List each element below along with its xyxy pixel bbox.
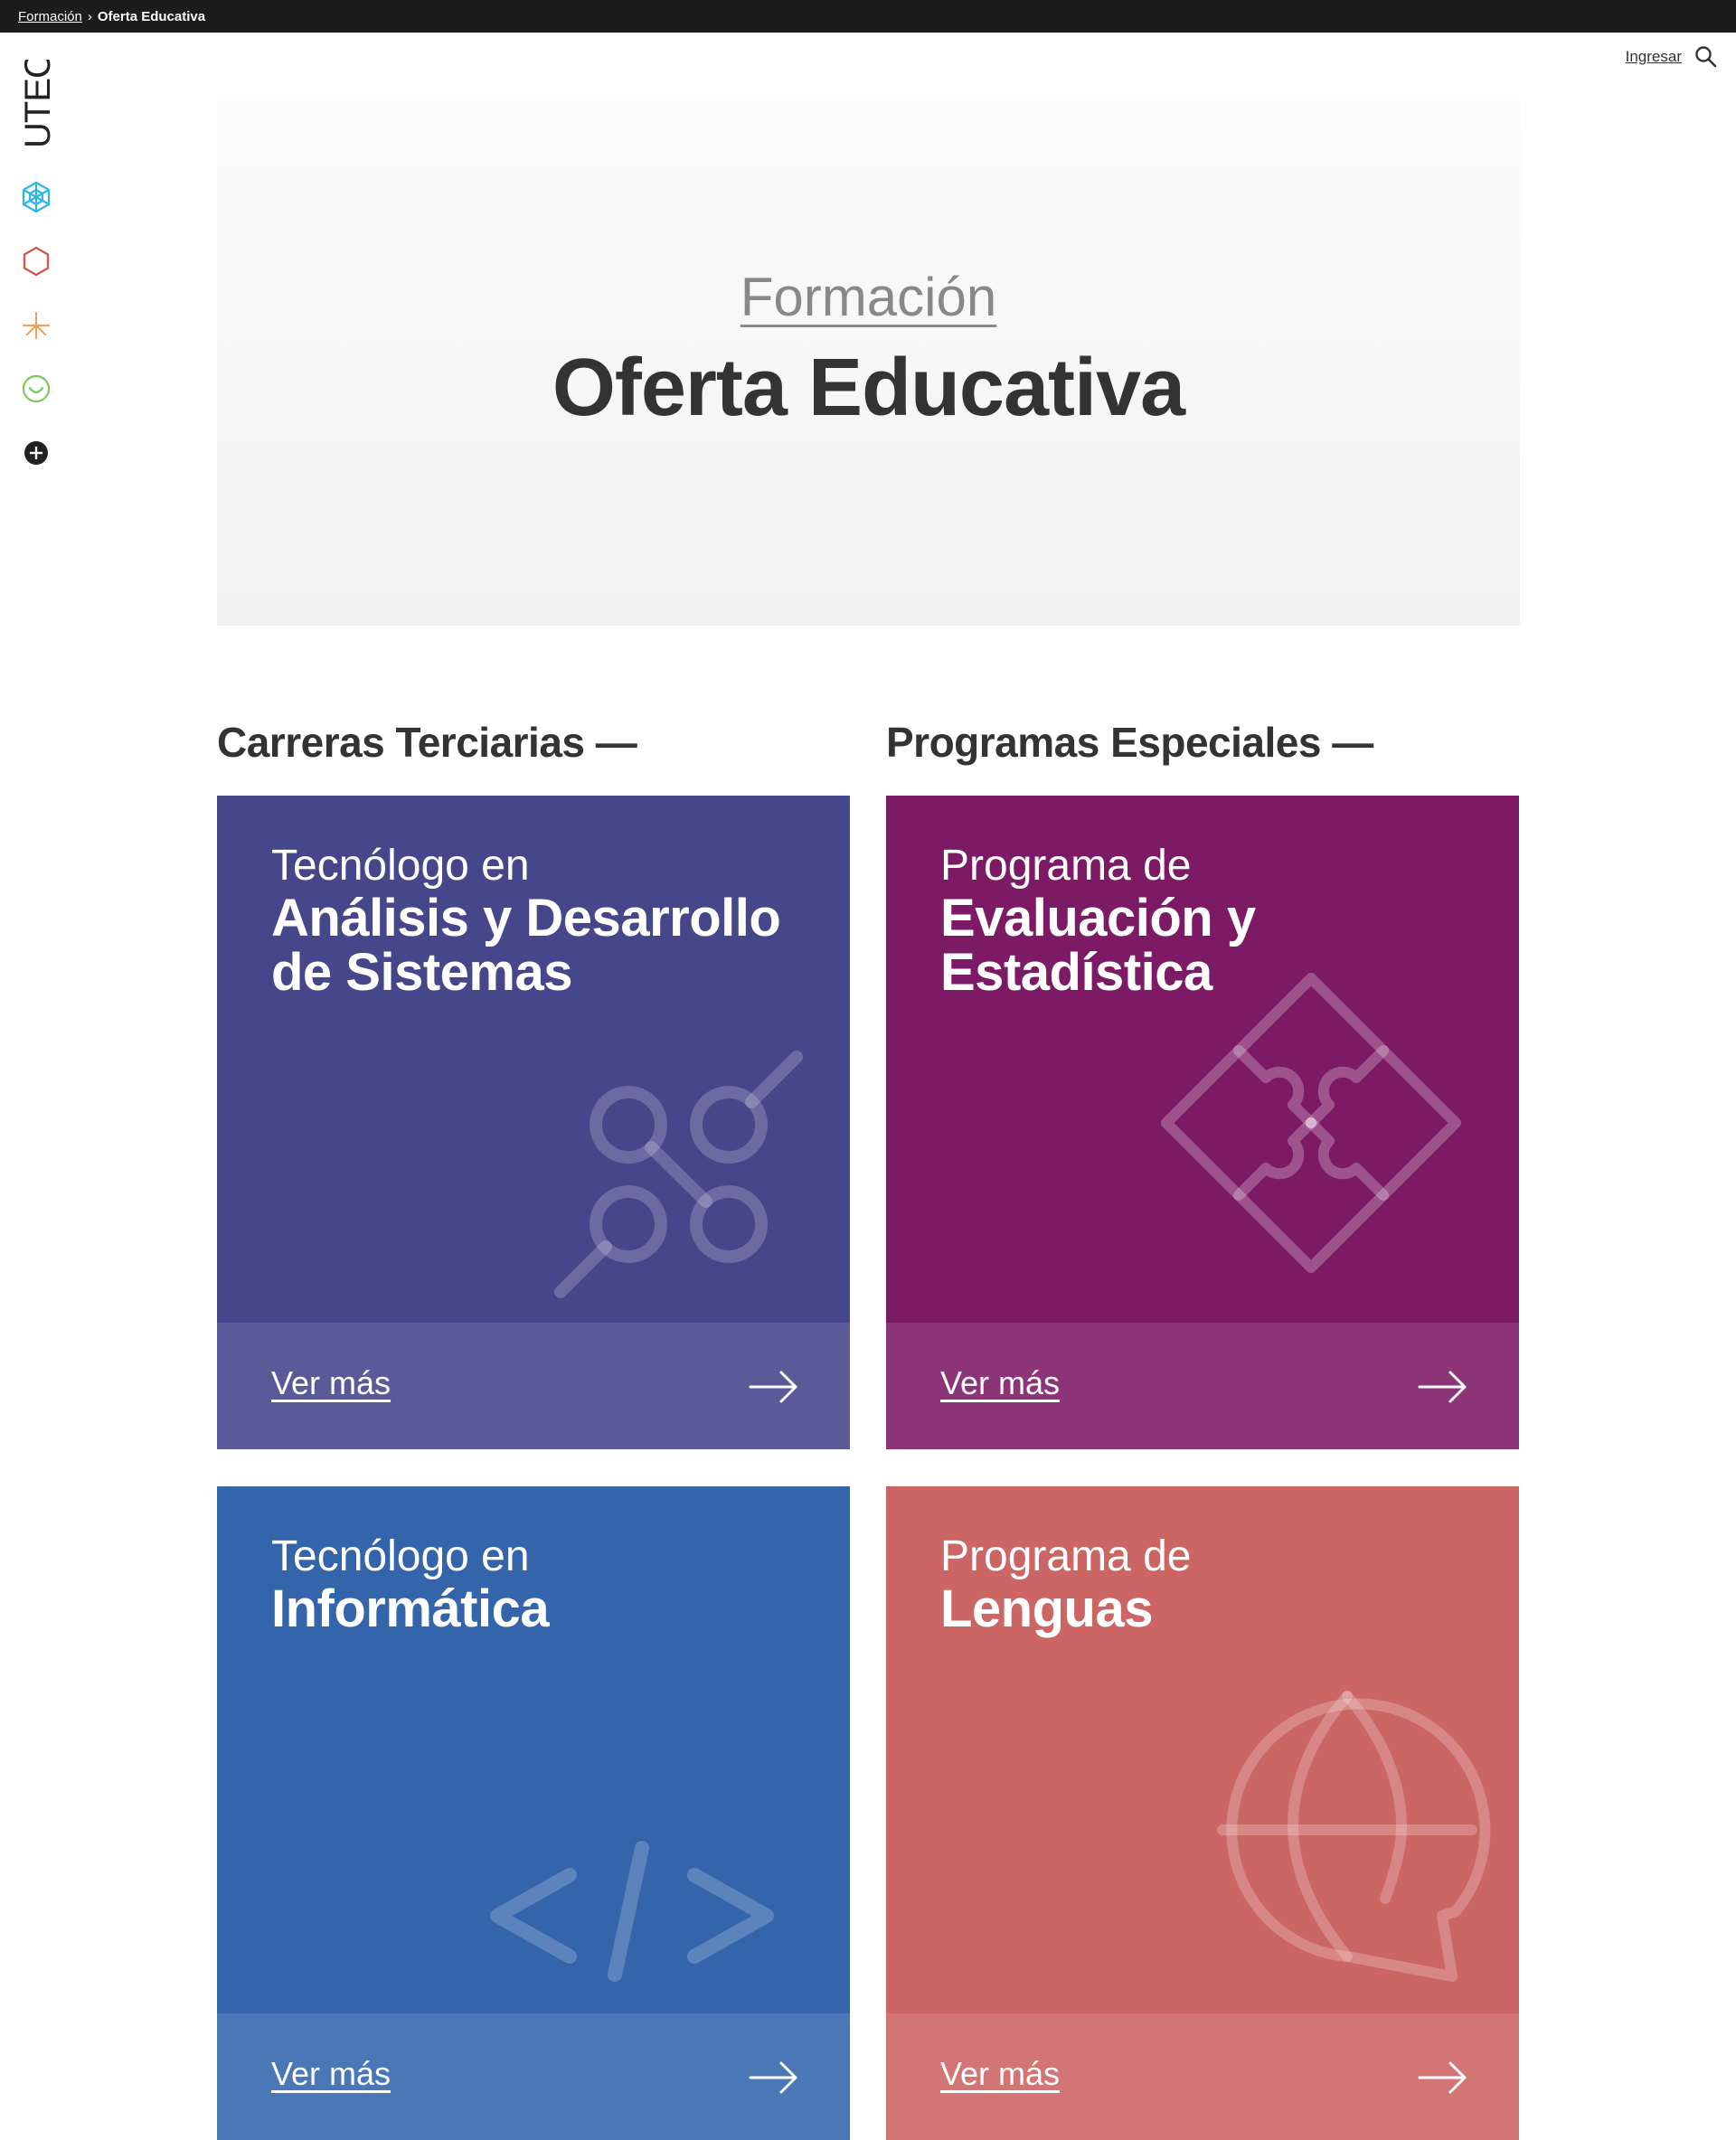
breadcrumb: Formación › Oferta Educativa: [0, 0, 1736, 33]
code-icon: [490, 1841, 774, 1982]
page-title: Oferta Educativa: [552, 343, 1185, 433]
card-title: Análisis y Desarrollo de Sistemas: [271, 889, 781, 1002]
card-footer: Ver más: [217, 1323, 850, 1449]
svg-text:UTEC: UTEC: [19, 60, 55, 148]
breadcrumb-separator: ›: [87, 8, 92, 24]
card-pre-title: Tecnólogo en: [271, 1532, 530, 1580]
smile-circle-icon[interactable]: [20, 372, 52, 405]
ver-mas-link[interactable]: Ver más: [271, 1364, 391, 1402]
plus-circle-icon[interactable]: [20, 437, 52, 469]
utec-logo[interactable]: UTEC: [19, 60, 55, 150]
ver-mas-link[interactable]: Ver más: [940, 1364, 1060, 1402]
ver-mas-link[interactable]: Ver más: [271, 2055, 391, 2093]
puzzle-icon: [1161, 973, 1461, 1273]
hexagon-icon[interactable]: [20, 245, 52, 278]
hero-kicker-link[interactable]: Formación: [217, 266, 1520, 328]
hero-banner: Formación Oferta Educativa: [217, 99, 1520, 626]
card-footer: Ver más: [217, 2013, 850, 2140]
card-pre-title: Tecnólogo en: [271, 842, 530, 890]
card-footer: Ver más: [886, 1323, 1519, 1449]
ver-mas-link[interactable]: Ver más: [940, 2055, 1060, 2093]
card-informatica[interactable]: Tecnólogo en Informática Ver más: [217, 1486, 850, 2140]
snowflake-cube-icon[interactable]: [20, 181, 52, 213]
card-title: Lenguas: [940, 1579, 1154, 1638]
search-icon[interactable]: [1694, 45, 1718, 69]
section-heading-programas: Programas Especiales —: [886, 719, 1373, 766]
card-evaluacion-estadistica[interactable]: Programa de Evaluación y Estadística Ver…: [886, 796, 1519, 1449]
card-pre-title: Programa de: [940, 842, 1192, 890]
card-analisis-desarrollo[interactable]: Tecnólogo en Análisis y Desarrollo de Si…: [217, 796, 850, 1449]
card-title: Informática: [271, 1579, 550, 1638]
section-heading-carreras: Carreras Terciarias —: [217, 719, 637, 766]
arrow-right-icon[interactable]: [1418, 1370, 1468, 1404]
card-footer: Ver más: [886, 2013, 1519, 2140]
card-pre-title: Programa de: [940, 1532, 1192, 1580]
arrow-right-icon[interactable]: [749, 1370, 799, 1404]
arrow-right-icon[interactable]: [1418, 2060, 1468, 2095]
globe-chat-icon: [1217, 1691, 1491, 1982]
user-actions: Ingresar: [1626, 45, 1718, 69]
login-link[interactable]: Ingresar: [1626, 48, 1682, 66]
breadcrumb-current: Oferta Educativa: [97, 8, 206, 24]
card-lenguas[interactable]: Programa de Lenguas Ver más: [886, 1486, 1519, 2140]
breadcrumb-link-formacion[interactable]: Formación: [18, 9, 82, 24]
arrow-right-icon[interactable]: [749, 2060, 799, 2095]
nodes-icon: [554, 1051, 803, 1298]
asterisk-icon[interactable]: [20, 309, 52, 342]
